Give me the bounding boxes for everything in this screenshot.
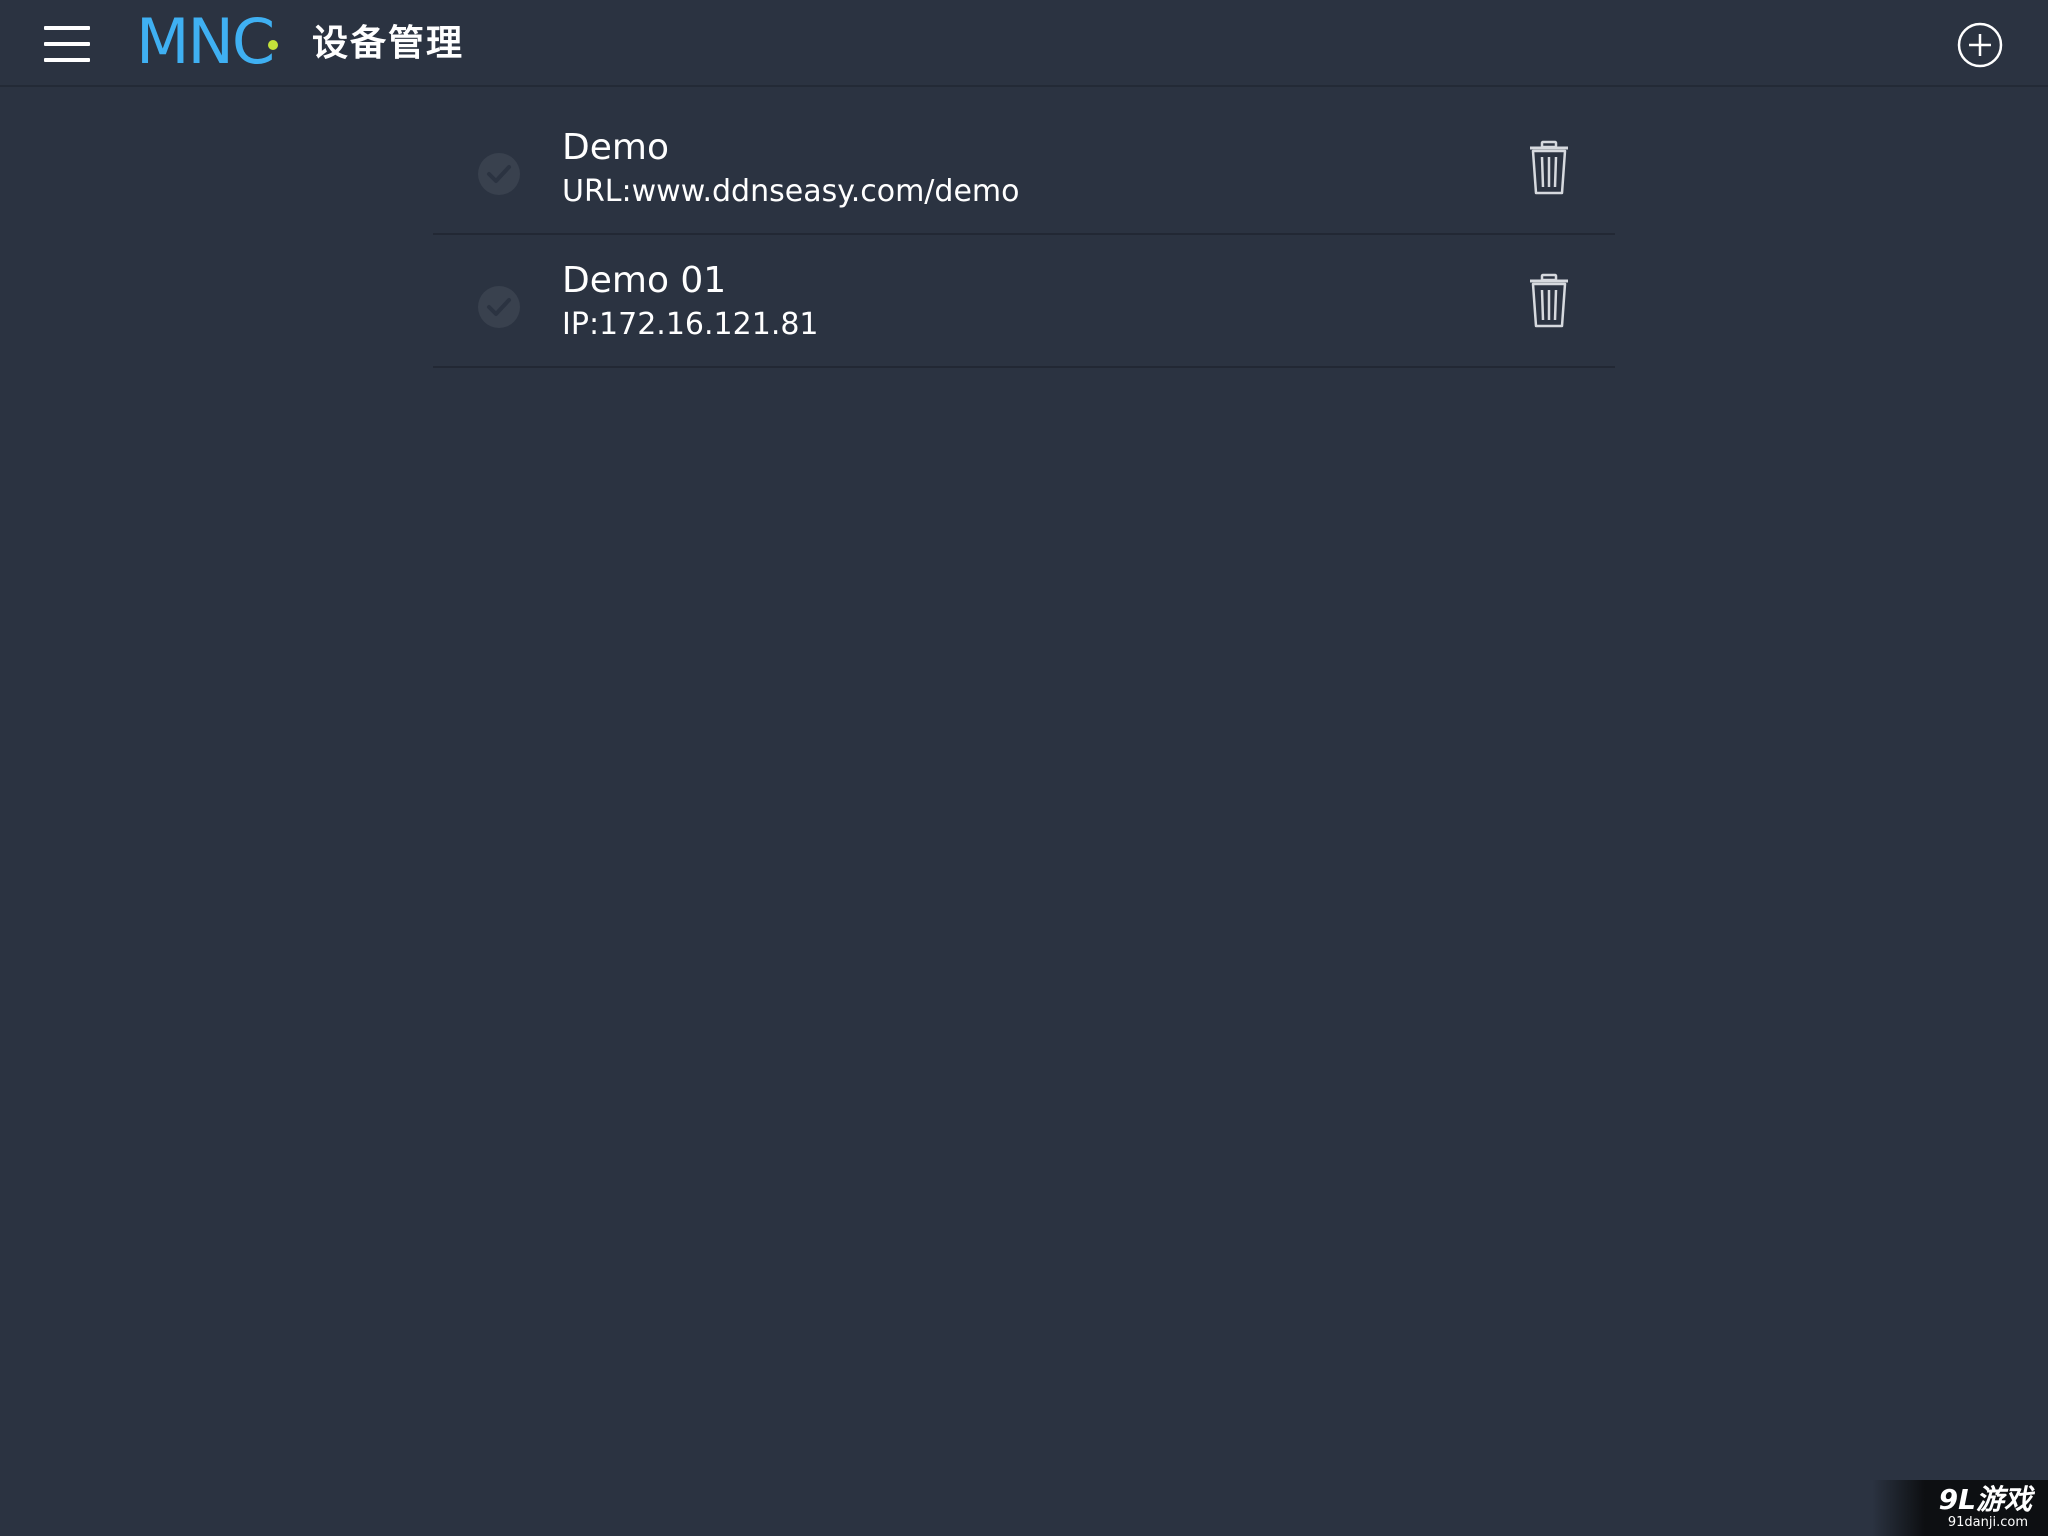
- app-logo: MNC: [136, 5, 278, 78]
- device-row[interactable]: Demo 01 IP:172.16.121.81: [433, 235, 1615, 368]
- delete-device-button[interactable]: [1527, 140, 1571, 196]
- menu-line: [44, 42, 90, 46]
- trash-icon: [1530, 273, 1568, 328]
- watermark: 9L游戏 91danji.com: [1872, 1480, 2048, 1536]
- hamburger-menu-icon[interactable]: [44, 26, 90, 64]
- device-list: Demo URL:www.ddnseasy.com/demo Demo 01 I…: [433, 102, 1615, 368]
- delete-device-button[interactable]: [1527, 273, 1571, 329]
- menu-line: [44, 26, 90, 30]
- device-address: IP:172.16.121.81: [562, 307, 819, 342]
- menu-line: [44, 58, 90, 62]
- add-device-button[interactable]: [1957, 22, 2003, 68]
- check-circle-icon[interactable]: [477, 152, 521, 196]
- device-row[interactable]: Demo URL:www.ddnseasy.com/demo: [433, 102, 1615, 235]
- watermark-url: 91danji.com: [1947, 1515, 2028, 1530]
- logo-dot: [268, 40, 278, 50]
- device-name: Demo 01: [562, 260, 727, 301]
- watermark-logo-text: 9L游戏: [1938, 1483, 2032, 1516]
- check-circle-icon[interactable]: [477, 285, 521, 329]
- device-address: URL:www.ddnseasy.com/demo: [562, 174, 1020, 209]
- device-name: Demo: [562, 127, 669, 168]
- top-app-bar: MNC 设备管理: [0, 0, 2048, 87]
- plus-circle-icon: [1957, 22, 2003, 68]
- logo-text: MNC: [136, 5, 275, 78]
- trash-icon: [1530, 140, 1568, 195]
- page-title: 设备管理: [312, 23, 465, 64]
